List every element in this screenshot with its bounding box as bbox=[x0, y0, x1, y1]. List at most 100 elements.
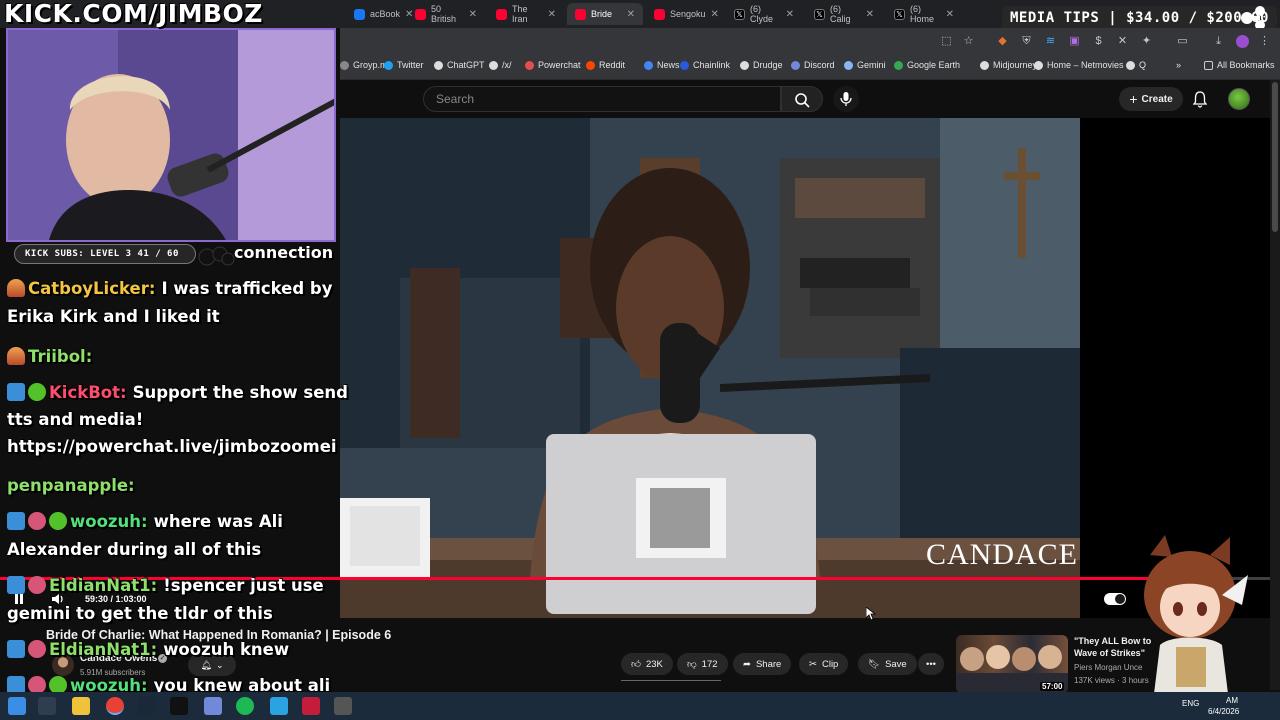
chat-text: !spencer just use bbox=[163, 576, 324, 595]
bookmark-link[interactable]: Gemini bbox=[844, 60, 886, 70]
like-button[interactable]: 👍︎ 23K bbox=[621, 653, 673, 675]
bookmark-link[interactable]: ChatGPT bbox=[434, 60, 485, 70]
tab-label: Bride bbox=[591, 9, 613, 19]
chat-message: tts and media! bbox=[7, 406, 143, 434]
bookmark-link[interactable]: Q bbox=[1126, 60, 1146, 70]
media-tips-counter: MEDIA TIPS | $34.00 / $200.00 bbox=[1002, 6, 1277, 30]
thumbs-up-icon: 👍︎ bbox=[631, 659, 641, 670]
search-input[interactable]: Search bbox=[423, 86, 781, 112]
kebab-menu-icon[interactable]: ⋮ bbox=[1258, 35, 1271, 48]
obs-icon[interactable] bbox=[170, 697, 188, 715]
bookmark-link[interactable]: Midjourney bbox=[980, 60, 1037, 70]
browser-tab[interactable]: acBook ✕ bbox=[346, 3, 413, 25]
facebook-icon bbox=[354, 8, 365, 20]
chat-message: woozuh: where was Ali bbox=[7, 508, 283, 536]
bookmark-link[interactable]: /x/ bbox=[489, 60, 512, 70]
wave-extension-icon[interactable]: ≋ bbox=[1044, 35, 1057, 48]
bookmark-label: Drudge bbox=[753, 60, 783, 70]
close-tab-icon[interactable]: ✕ bbox=[786, 9, 794, 20]
browser-tab[interactable]: 𝕏 (6) Clyde ✕ bbox=[726, 3, 802, 25]
spotify-icon[interactable] bbox=[236, 697, 254, 715]
save-button[interactable]: 🔖︎ Save bbox=[858, 653, 917, 675]
create-button[interactable]: + Create bbox=[1119, 87, 1183, 111]
vtuber-avatar bbox=[1144, 535, 1248, 710]
chat-message: EldianNat1: woozuh knew bbox=[7, 636, 289, 664]
close-tab-icon[interactable]: ✕ bbox=[627, 9, 635, 20]
windows-start-icon[interactable] bbox=[8, 697, 26, 715]
install-app-icon[interactable]: ⬚ bbox=[940, 35, 953, 48]
chat-username: Triibol: bbox=[28, 347, 93, 366]
share-arrow-icon: ➦ bbox=[743, 658, 751, 670]
bookmark-link[interactable]: Chainlink bbox=[680, 60, 730, 70]
bookmark-link[interactable]: Google Earth bbox=[894, 60, 960, 70]
youtube-icon bbox=[654, 8, 665, 20]
bookmarks-overflow-icon[interactable]: » bbox=[1176, 60, 1181, 70]
user-avatar[interactable] bbox=[1228, 88, 1250, 110]
browser-tab[interactable]: The Iran ✕ bbox=[488, 3, 564, 25]
thumbs-down-icon: 👎︎ bbox=[687, 659, 697, 670]
chat-message: CatboyLicker: I was trafficked by bbox=[7, 275, 332, 303]
discord-icon[interactable] bbox=[204, 697, 222, 715]
scrollbar-thumb[interactable] bbox=[1272, 82, 1278, 232]
puzzle-extensions-icon[interactable]: ✦ bbox=[1140, 35, 1153, 48]
tray-time[interactable]: AM bbox=[1226, 696, 1238, 705]
keyboard-language[interactable]: ENG bbox=[1182, 699, 1199, 708]
x-icon: 𝕏 bbox=[894, 8, 905, 20]
bookmark-label: Powerchat bbox=[538, 60, 581, 70]
bookmark-link[interactable]: Discord bbox=[791, 60, 835, 70]
shield-extension-icon[interactable]: ⛨ bbox=[1020, 35, 1033, 48]
video-player[interactable]: CANDACE bbox=[340, 118, 1080, 618]
close-tab-icon[interactable]: ✕ bbox=[711, 9, 719, 20]
x-extension-icon[interactable]: ✕ bbox=[1116, 35, 1129, 48]
tray-date[interactable]: 6/4/2026 bbox=[1208, 707, 1239, 716]
tab-label: acBook bbox=[370, 9, 401, 19]
voice-search-button[interactable] bbox=[833, 86, 859, 112]
purple-extension-icon[interactable]: ▣ bbox=[1068, 35, 1081, 48]
browser-tab[interactable]: 𝕏 (6) Calig ✕ bbox=[806, 3, 882, 25]
more-actions-button[interactable]: ••• bbox=[918, 653, 944, 675]
bookmark-link[interactable]: News bbox=[644, 60, 680, 70]
task-view-icon[interactable] bbox=[38, 697, 56, 715]
app-red-icon[interactable] bbox=[302, 697, 320, 715]
metamask-icon[interactable]: ◆ bbox=[996, 35, 1009, 48]
steam-icon[interactable] bbox=[138, 697, 156, 715]
mod-badge-icon bbox=[49, 512, 67, 530]
app-gray-icon[interactable] bbox=[334, 697, 352, 715]
bookmark-label: Twitter bbox=[397, 60, 424, 70]
file-explorer-icon[interactable] bbox=[72, 697, 90, 715]
all-bookmarks-link[interactable]: All Bookmarks bbox=[1204, 60, 1275, 70]
chat-username: EldianNat1: bbox=[49, 576, 158, 595]
dollar-extension-icon[interactable]: $ bbox=[1092, 35, 1105, 48]
bookmark-favicon-icon bbox=[525, 60, 534, 70]
bookmark-link[interactable]: Drudge bbox=[740, 60, 783, 70]
bookmark-star-icon[interactable]: ☆ bbox=[962, 35, 975, 48]
browser-tab[interactable]: 50 British ✕ bbox=[407, 3, 485, 25]
chrome-icon[interactable] bbox=[106, 697, 124, 715]
mouse-cursor-icon bbox=[866, 607, 876, 621]
folder-icon bbox=[1204, 60, 1213, 70]
autoplay-toggle[interactable] bbox=[1104, 593, 1126, 605]
bookmark-link[interactable]: Powerchat bbox=[525, 60, 581, 70]
share-button[interactable]: ➦ Share bbox=[733, 653, 792, 675]
bot-badge-icon bbox=[28, 576, 46, 594]
notifications-bell-icon[interactable] bbox=[1192, 90, 1208, 108]
dislike-button[interactable]: 👎︎ 172 bbox=[677, 653, 728, 675]
profile-icon[interactable] bbox=[1236, 35, 1249, 48]
close-tab-icon[interactable]: ✕ bbox=[866, 9, 874, 20]
browser-tab[interactable]: Bride ✕ bbox=[567, 3, 643, 25]
chat-text: where was Ali bbox=[153, 512, 283, 531]
bot-badge-icon bbox=[28, 640, 46, 658]
bookmark-link[interactable]: Reddit bbox=[586, 60, 625, 70]
sidebar-icon[interactable]: ▭ bbox=[1176, 35, 1189, 48]
close-tab-icon[interactable]: ✕ bbox=[946, 9, 954, 20]
bookmark-link[interactable]: Home – Netmovies bbox=[1034, 60, 1124, 70]
close-tab-icon[interactable]: ✕ bbox=[548, 9, 556, 20]
browser-tab[interactable]: 𝕏 (6) Home ✕ bbox=[886, 3, 962, 25]
download-icon[interactable]: ⤓ bbox=[1212, 35, 1225, 48]
clip-button[interactable]: ✂ Clip bbox=[799, 653, 849, 675]
telegram-icon[interactable] bbox=[270, 697, 288, 715]
search-button[interactable] bbox=[781, 86, 823, 112]
browser-tab[interactable]: Sengoku ✕ bbox=[646, 3, 724, 25]
bookmark-link[interactable]: Twitter bbox=[384, 60, 424, 70]
close-tab-icon[interactable]: ✕ bbox=[469, 9, 477, 20]
